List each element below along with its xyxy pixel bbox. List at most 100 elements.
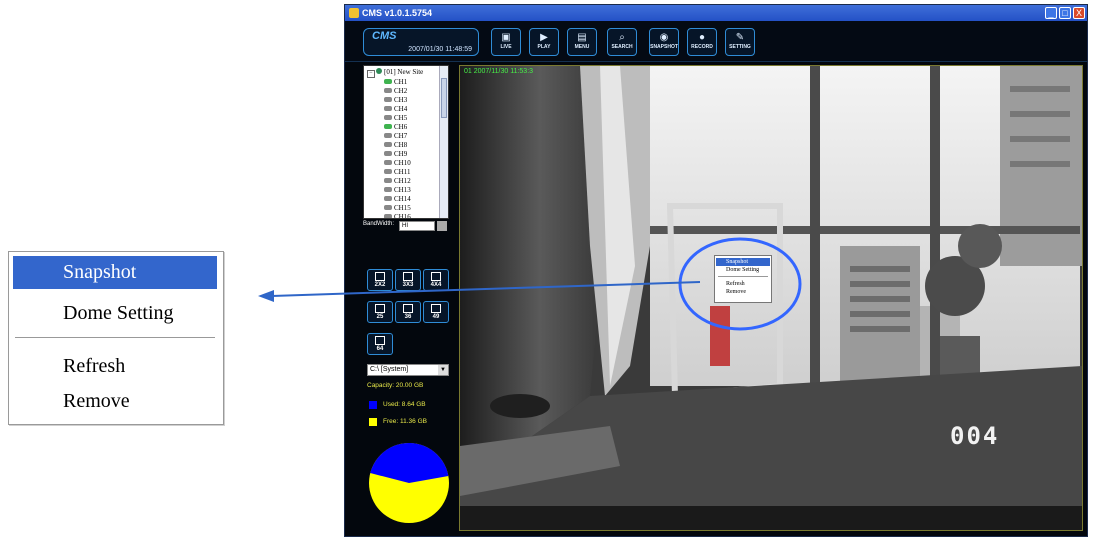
camera-icon [384,88,392,93]
title-bar[interactable]: CMS v1.0.1.5754 _ □ X [345,5,1087,21]
search-icon: ⌕ [619,32,625,43]
grid-icon [403,304,413,313]
search-button[interactable]: ⌕ SEARCH [607,28,637,56]
search-label: SEARCH [611,44,633,50]
channel-number: 004 [950,422,1000,450]
layout-label: 64 [376,346,384,352]
speaker-icon[interactable] [437,221,447,231]
menu-item-dome-setting[interactable]: Dome Setting [13,297,217,330]
tree-site-node[interactable]: − [01] New Site [367,68,423,78]
tree-channel-item[interactable]: CH15 [384,204,411,213]
setting-button[interactable]: ✎ SETTING [725,28,755,56]
used-swatch [369,401,377,409]
used-text: Used: 8.64 GB [383,401,426,408]
live-button[interactable]: ▣ LIVE [491,28,521,56]
camera-icon [384,106,392,111]
channel-label: CH5 [394,114,408,122]
site-label: [01] New Site [384,68,424,76]
layout-2x2-button[interactable]: 2X2 [367,269,393,291]
tree-channel-item[interactable]: CH16 [384,213,411,218]
tree-channel-item[interactable]: CH9 [384,150,407,159]
layout-3x3-button[interactable]: 3X3 [395,269,421,291]
channel-label: CH2 [394,87,408,95]
video-view[interactable]: 01 2007/11/30 11:53:3 004 Snapshot Dome … [459,65,1083,531]
channel-label: CH11 [394,168,411,176]
menu-separator [15,337,215,338]
camera-icon [384,214,392,218]
tree-channel-item[interactable]: CH5 [384,114,407,123]
layout-label: 25 [376,314,384,320]
scroll-thumb[interactable] [441,78,447,118]
channel-label: CH1 [394,78,408,86]
tree-channel-item[interactable]: CH13 [384,186,411,195]
channel-label: CH15 [394,204,411,212]
record-button[interactable]: ● RECORD [687,28,717,56]
channel-label: CH14 [394,195,411,203]
minimize-button[interactable]: _ [1045,7,1057,19]
tree-channel-item[interactable]: CH11 [384,168,410,177]
tree-channel-item[interactable]: CH8 [384,141,407,150]
layout-49-button[interactable]: 49 [423,301,449,323]
bandwidth-select[interactable]: HI [399,221,435,231]
menu-button[interactable]: ▤ MENU [567,28,597,56]
channel-label: CH4 [394,105,408,113]
camera-icon [384,133,392,138]
camera-icon [384,205,392,210]
clock-display: 2007/01/30 11:48:59 [408,46,472,53]
drive-select[interactable]: C:\ [System] ▼ [367,364,449,376]
tree-channel-item[interactable]: CH2 [384,87,407,96]
camera-icon [384,115,392,120]
chevron-down-icon[interactable]: ▼ [438,365,448,375]
tree-channel-item[interactable]: CH1 [384,78,407,87]
channel-label: CH7 [394,132,408,140]
tree-channel-item[interactable]: CH10 [384,159,411,168]
toolbar: CMS 2007/01/30 11:48:59 ▣ LIVE ▶ PLAY ▤ … [345,21,1087,62]
channel-label: CH6 [394,123,408,131]
free-swatch [369,418,377,426]
play-button[interactable]: ▶ PLAY [529,28,559,56]
tree-scrollbar[interactable] [439,66,448,218]
grid-icon [375,272,385,281]
snapshot-button[interactable]: ◉ SNAPSHOT [649,28,679,56]
channel-label: CH9 [394,150,408,158]
free-text: Free: 11.36 GB [383,418,427,425]
grid-icon [375,304,385,313]
maximize-button[interactable]: □ [1059,7,1071,19]
tree-channel-item[interactable]: CH12 [384,177,411,186]
camera-icon [384,196,392,201]
menu-item-refresh[interactable]: Refresh [13,350,217,383]
small-menu-snapshot[interactable]: Snapshot [716,258,770,266]
small-menu-dome-setting[interactable]: Dome Setting [716,266,770,274]
channel-label: CH10 [394,159,411,167]
tree-channel-item[interactable]: CH3 [384,96,407,105]
small-menu-separator [718,276,768,277]
camera-icon [384,79,392,84]
record-label: RECORD [691,44,713,50]
layout-25-button[interactable]: 25 [367,301,393,323]
camera-icon [384,97,392,102]
collapse-icon[interactable]: − [367,70,375,78]
tree-channel-item[interactable]: CH7 [384,132,407,141]
tree-channel-item[interactable]: CH14 [384,195,411,204]
channel-label: CH12 [394,177,411,185]
device-tree: − [01] New Site CH1 CH2 CH3 CH4 CH5 CH6 CH7 CH8 C… [363,65,449,219]
context-menu: Snapshot Dome Setting Refresh Remove [714,255,772,303]
context-menu-callout: Snapshot Dome Setting Refresh Remove [8,251,224,425]
snapshot-label: SNAPSHOT [650,44,678,50]
menu-icon: ▤ [577,32,587,43]
tree-channel-item[interactable]: CH6 [384,123,407,132]
layout-4x4-button[interactable]: 4X4 [423,269,449,291]
channel-label: CH13 [394,186,411,194]
tree-channel-item[interactable]: CH4 [384,105,407,114]
menu-item-remove[interactable]: Remove [13,385,217,418]
cms-window: CMS v1.0.1.5754 _ □ X CMS 2007/01/30 11:… [344,4,1088,537]
camera-icon [384,187,392,192]
close-button[interactable]: X [1073,7,1085,19]
layout-36-button[interactable]: 36 [395,301,421,323]
grid-icon [431,272,441,281]
layout-label: 2X2 [374,282,386,288]
small-menu-refresh[interactable]: Refresh [716,280,770,288]
menu-item-snapshot[interactable]: Snapshot [13,256,217,289]
small-menu-remove[interactable]: Remove [716,288,770,296]
layout-64-button[interactable]: 64 [367,333,393,355]
